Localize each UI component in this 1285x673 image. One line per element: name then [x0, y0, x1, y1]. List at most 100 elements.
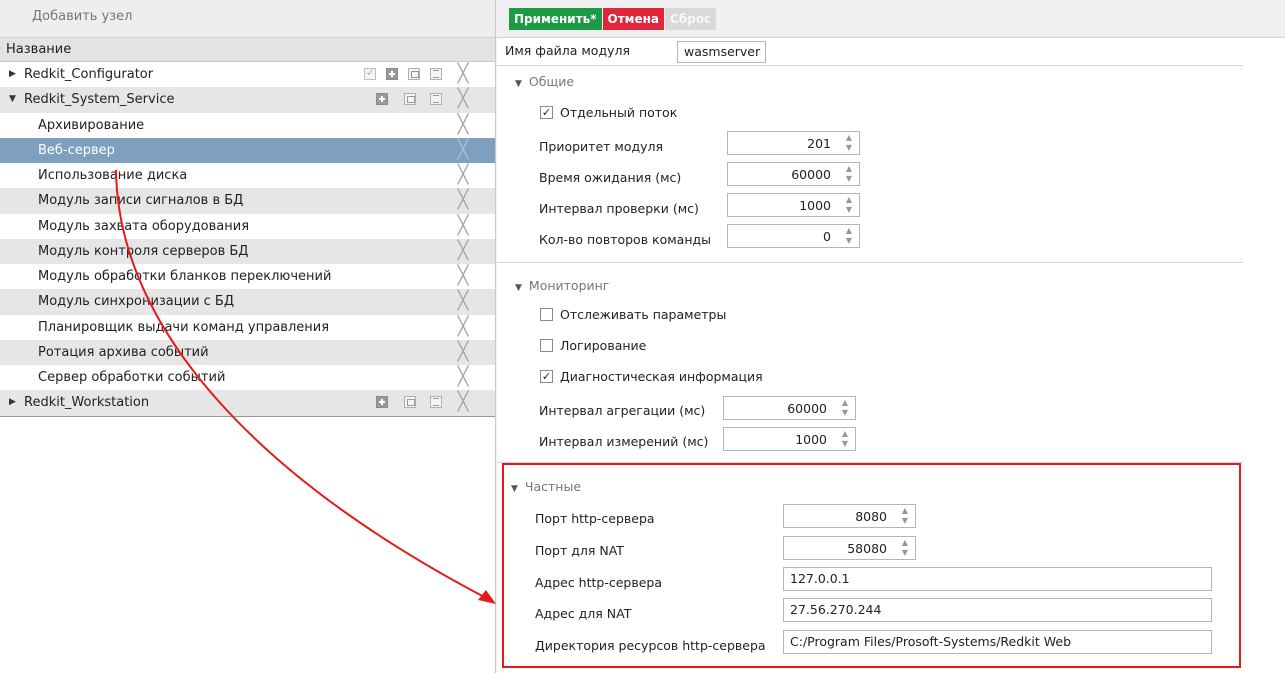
cancel-button[interactable]: Отмена — [602, 8, 665, 30]
priority-value: 201 — [807, 136, 831, 151]
measurement-interval-value: 1000 — [795, 432, 827, 447]
delete-icon[interactable]: ╳ — [456, 214, 470, 239]
tree-node-disk-usage[interactable]: Использование диска ╳ — [0, 163, 495, 188]
tree-node-label: Веб-сервер — [38, 142, 115, 158]
separate-thread-checkbox[interactable]: ✓ — [540, 106, 553, 119]
general-section-title: Общие — [528, 74, 575, 89]
tree-node-equipment-capture[interactable]: Модуль захвата оборудования ╳ — [0, 214, 495, 239]
priority-spinbox[interactable]: 201 ▲ ▼ — [727, 131, 860, 155]
tree-node-db-server-control[interactable]: Модуль контроля серверов БД ╳ — [0, 238, 495, 264]
tree-node-label: Redkit_Configurator — [24, 67, 154, 82]
spin-arrows-icon[interactable]: ▲ ▼ — [846, 226, 852, 246]
tree-node-db-sync[interactable]: Модуль синхронизации с БД ╳ — [0, 289, 495, 315]
private-section-highlight-frame — [502, 463, 1241, 668]
add-child-icon[interactable] — [376, 93, 388, 106]
separate-thread-label: Отдельный поток — [560, 105, 678, 120]
tree-node-label: Redkit_System_Service — [24, 92, 175, 108]
measurement-interval-spinbox[interactable]: 1000 ▲ ▼ — [723, 427, 856, 451]
track-params-checkbox[interactable] — [540, 308, 553, 321]
track-params-label: Отслеживать параметры — [560, 307, 727, 322]
tree-node-web-server[interactable]: Веб-сервер ╳ — [0, 137, 495, 163]
expand-arrow-icon[interactable]: ▶ — [9, 62, 16, 87]
divider — [497, 262, 1243, 263]
tree-node-label: Модуль контроля серверов БД — [38, 243, 249, 259]
delete-icon[interactable]: ╳ — [456, 390, 470, 415]
add-child-icon[interactable] — [386, 68, 398, 80]
tree-node-redkit-system-service[interactable]: ▼ Redkit_System_Service ╳ — [0, 87, 495, 113]
check-interval-label: Интервал проверки (мс) — [539, 201, 699, 216]
monitoring-section-header[interactable]: ▼ Мониторинг — [515, 278, 609, 293]
copy-node-icon[interactable] — [404, 396, 416, 409]
tree-node-label: Планировщик выдачи команд управления — [38, 319, 330, 335]
reset-button[interactable]: Сброс — [665, 8, 717, 30]
delete-icon[interactable]: ╳ — [456, 289, 470, 314]
tree-bottom-border — [0, 415, 495, 419]
collapse-arrow-icon[interactable]: ▼ — [9, 87, 16, 112]
tree-node-label: Модуль захвата оборудования — [38, 218, 250, 234]
check-interval-value: 1000 — [799, 198, 831, 213]
move-node-icon[interactable] — [430, 396, 442, 409]
logging-label: Логирование — [560, 338, 647, 353]
move-node-icon[interactable] — [430, 93, 442, 106]
add-child-icon[interactable] — [376, 396, 388, 409]
divider — [497, 65, 1243, 66]
tree-node-label: Модуль синхронизации с БД — [38, 294, 235, 310]
spin-arrows-icon[interactable]: ▲ ▼ — [842, 429, 848, 449]
general-section-header[interactable]: ▼ Общие — [515, 74, 574, 89]
measurement-interval-label: Интервал измерений (мс) — [539, 434, 709, 449]
tree-column-header[interactable]: Название — [0, 38, 495, 62]
tree-node-command-scheduler[interactable]: Планировщик выдачи команд управления ╳ — [0, 315, 495, 340]
delete-icon[interactable]: ╳ — [456, 340, 470, 365]
tree-node-event-server[interactable]: Сервер обработки событий ╳ — [0, 365, 495, 390]
delete-icon[interactable]: ╳ — [456, 87, 470, 112]
delete-icon[interactable]: ╳ — [456, 62, 470, 87]
check-interval-spinbox[interactable]: 1000 ▲ ▼ — [727, 193, 860, 217]
retry-count-label: Кол-во повторов команды — [539, 232, 712, 247]
delete-icon[interactable]: ╳ — [456, 138, 470, 163]
tree-node-switching-forms[interactable]: Модуль обработки бланков переключений ╳ — [0, 264, 495, 289]
tree-node-label: Архивирование — [38, 117, 145, 133]
tree-node-redkit-configurator[interactable]: ▶ Redkit_Configurator ╳ — [0, 61, 495, 87]
delete-icon[interactable]: ╳ — [456, 315, 470, 340]
aggregation-interval-value: 60000 — [787, 401, 827, 416]
tree-node-signal-recording[interactable]: Модуль записи сигналов в БД ╳ — [0, 188, 495, 214]
tree-node-label: Модуль обработки бланков переключений — [38, 269, 332, 284]
delete-icon[interactable]: ╳ — [456, 239, 470, 264]
tree-node-redkit-workstation[interactable]: ▶ Redkit_Workstation ╳ — [0, 390, 495, 416]
delete-icon[interactable]: ╳ — [456, 163, 470, 188]
spin-arrows-icon[interactable]: ▲ ▼ — [846, 195, 852, 215]
timeout-label: Время ожидания (мс) — [539, 170, 682, 185]
expand-arrow-icon[interactable]: ▶ — [9, 390, 16, 415]
timeout-spinbox[interactable]: 60000 ▲ ▼ — [727, 162, 860, 186]
enabled-checkbox-icon[interactable] — [364, 61, 376, 86]
aggregation-interval-label: Интервал агрегации (мс) — [539, 403, 706, 418]
tree-node-archiving[interactable]: Архивирование ╳ — [0, 113, 495, 138]
tree-node-label: Ротация архива событий — [38, 344, 209, 360]
delete-icon[interactable]: ╳ — [456, 188, 470, 213]
delete-icon[interactable]: ╳ — [456, 264, 470, 289]
delete-icon[interactable]: ╳ — [456, 113, 470, 138]
tree-node-label: Модуль записи сигналов в БД — [38, 193, 244, 209]
tree-node-label: Использование диска — [38, 168, 188, 183]
timeout-value: 60000 — [791, 167, 831, 182]
logging-checkbox[interactable] — [540, 339, 553, 352]
node-tree-panel: Добавить узел Название ▶ Redkit_Configur… — [0, 0, 496, 673]
diagnostics-label: Диагностическая информация — [560, 369, 763, 384]
apply-button[interactable]: Применить* — [509, 8, 602, 30]
module-file-field[interactable]: wasmserver — [677, 41, 766, 63]
spin-arrows-icon[interactable]: ▲ ▼ — [846, 164, 852, 184]
collapse-triangle-icon: ▼ — [515, 283, 522, 293]
move-node-icon[interactable] — [430, 68, 442, 80]
add-node-button[interactable]: Добавить узел — [0, 0, 495, 38]
copy-node-icon[interactable] — [404, 93, 416, 106]
diagnostics-checkbox[interactable]: ✓ — [540, 370, 553, 383]
toolbar: Применить* Отмена Сброс — [497, 0, 1285, 38]
aggregation-interval-spinbox[interactable]: 60000 ▲ ▼ — [723, 396, 856, 420]
copy-node-icon[interactable] — [408, 68, 420, 80]
retry-count-spinbox[interactable]: 0 ▲ ▼ — [727, 224, 860, 248]
spin-arrows-icon[interactable]: ▲ ▼ — [846, 133, 852, 153]
spin-arrows-icon[interactable]: ▲ ▼ — [842, 398, 848, 418]
priority-label: Приоритет модуля — [539, 139, 664, 154]
tree-node-event-archive-rotation[interactable]: Ротация архива событий ╳ — [0, 339, 495, 365]
delete-icon[interactable]: ╳ — [456, 365, 470, 390]
